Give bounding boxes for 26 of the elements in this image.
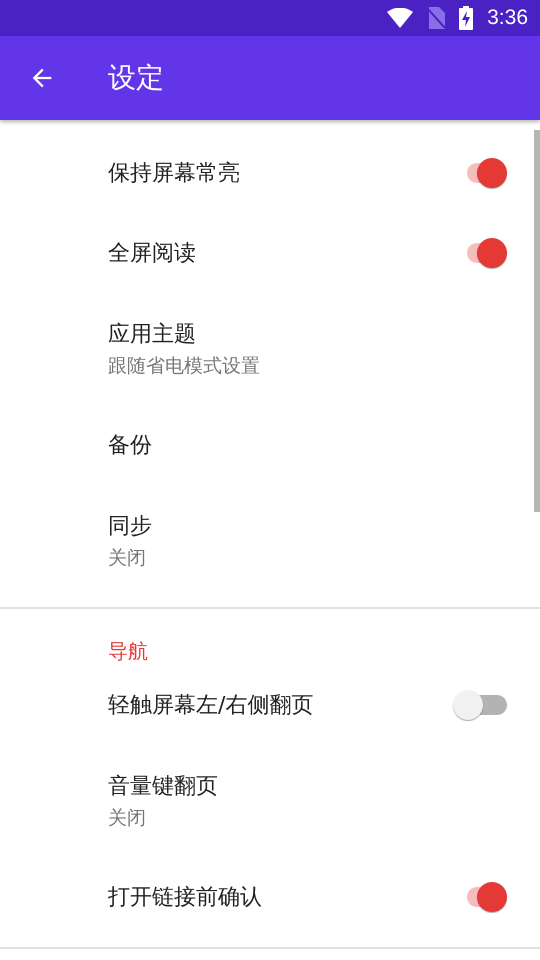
- screen-title: 设定: [108, 60, 164, 96]
- setting-summary: 关闭: [108, 806, 147, 831]
- setting-item[interactable]: 备份: [0, 405, 532, 485]
- setting-item[interactable]: 同步 关闭: [0, 485, 532, 597]
- setting-item[interactable]: 全屏阅读: [0, 213, 532, 293]
- setting-title: 音量键翻页: [108, 773, 219, 801]
- setting-item[interactable]: 轻触屏幕左/右侧翻页: [0, 665, 532, 745]
- setting-item[interactable]: 应用主题 跟随省电模式设置: [0, 293, 532, 405]
- setting-summary: 关闭: [108, 546, 147, 571]
- setting-title: 打开链接前确认: [108, 884, 263, 912]
- setting-title: 全屏阅读: [108, 240, 197, 268]
- setting-item[interactable]: 音量键翻页 关闭: [0, 745, 532, 857]
- wifi-icon: [387, 8, 414, 28]
- toggle-switch[interactable]: [452, 689, 508, 721]
- battery-charging-icon: [459, 6, 474, 30]
- setting-title: 保持屏幕常亮: [108, 160, 241, 188]
- setting-title: 轻触屏幕左/右侧翻页: [108, 692, 314, 720]
- setting-item[interactable]: 打开链接前确认: [0, 857, 532, 937]
- no-sim-icon: [427, 7, 446, 29]
- setting-item[interactable]: 保持屏幕常亮: [0, 133, 532, 213]
- setting-title: 应用主题: [108, 321, 197, 349]
- setting-summary: 跟随省电模式设置: [108, 354, 261, 379]
- setting-title: 同步: [108, 513, 153, 541]
- setting-title: 备份: [108, 432, 153, 460]
- status-time: 3:36: [487, 6, 528, 30]
- section-header: 导航: [107, 638, 149, 665]
